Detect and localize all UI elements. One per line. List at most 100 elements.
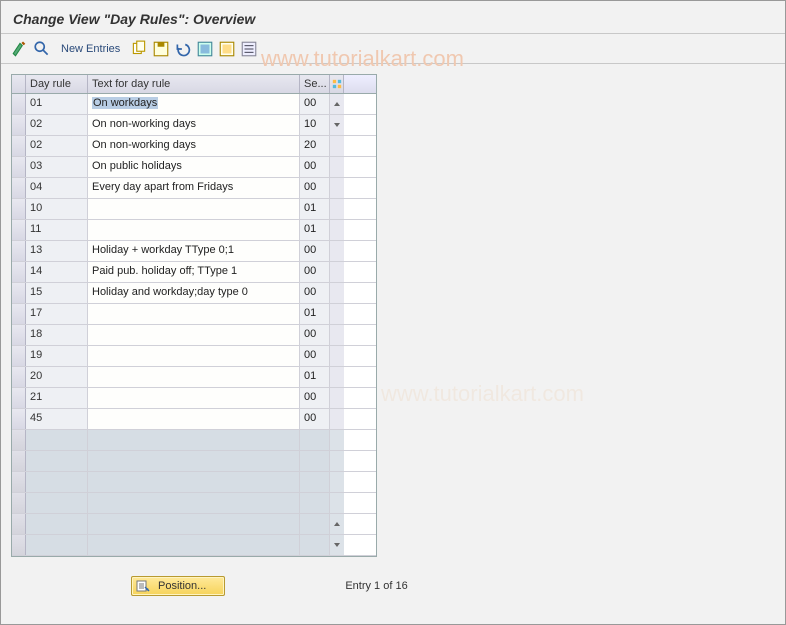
cell-day-rule[interactable]: 04 bbox=[26, 178, 88, 198]
cell-day-rule[interactable]: 15 bbox=[26, 283, 88, 303]
table-row[interactable]: 15Holiday and workday;day type 000 bbox=[12, 283, 376, 304]
cell-day-rule[interactable]: 03 bbox=[26, 157, 88, 177]
table-row[interactable]: 1701 bbox=[12, 304, 376, 325]
cell-day-rule[interactable]: 01 bbox=[26, 94, 88, 114]
cell-se[interactable]: 01 bbox=[300, 304, 330, 324]
cell-se[interactable]: 00 bbox=[300, 325, 330, 345]
cell-text[interactable] bbox=[88, 388, 300, 408]
cell-text[interactable]: On non-working days bbox=[88, 115, 300, 135]
cell-se[interactable]: 01 bbox=[300, 367, 330, 387]
cell-se[interactable]: 20 bbox=[300, 136, 330, 156]
undo-icon[interactable] bbox=[174, 40, 192, 58]
cell-text[interactable] bbox=[88, 346, 300, 366]
copy-icon[interactable] bbox=[130, 40, 148, 58]
cell-text[interactable] bbox=[88, 325, 300, 345]
cell-se[interactable]: 00 bbox=[300, 346, 330, 366]
table-row[interactable]: 10 01 bbox=[12, 199, 376, 220]
row-selector[interactable] bbox=[12, 325, 26, 345]
col-header-text[interactable]: Text for day rule bbox=[88, 75, 300, 93]
cell-day-rule[interactable]: 18 bbox=[26, 325, 88, 345]
table-row[interactable]: 14Paid pub. holiday off; TType 100 bbox=[12, 262, 376, 283]
col-header-day-rule[interactable]: Day rule bbox=[26, 75, 88, 93]
row-selector[interactable] bbox=[12, 283, 26, 303]
scroll-up-icon[interactable] bbox=[333, 520, 341, 528]
table-row[interactable]: 04Every day apart from Fridays00 bbox=[12, 178, 376, 199]
row-selector[interactable] bbox=[12, 199, 26, 219]
row-selector[interactable] bbox=[12, 94, 26, 114]
cell-se[interactable]: 00 bbox=[300, 409, 330, 429]
select-all-icon[interactable] bbox=[196, 40, 214, 58]
row-selector[interactable] bbox=[12, 409, 26, 429]
cell-text[interactable]: On non-working days bbox=[88, 136, 300, 156]
cell-day-rule[interactable]: 11 bbox=[26, 220, 88, 240]
table-row[interactable]: 01On workdays00 bbox=[12, 94, 376, 115]
table-settings-icon[interactable] bbox=[330, 75, 344, 93]
cell-se[interactable]: 00 bbox=[300, 178, 330, 198]
cell-se[interactable]: 01 bbox=[300, 199, 330, 219]
cell-se[interactable]: 00 bbox=[300, 94, 330, 114]
cell-day-rule[interactable]: 19 bbox=[26, 346, 88, 366]
table-row[interactable]: 45 00 bbox=[12, 409, 376, 430]
row-selector[interactable] bbox=[12, 241, 26, 261]
save-icon[interactable] bbox=[152, 40, 170, 58]
row-selector[interactable] bbox=[12, 178, 26, 198]
cell-se[interactable]: 00 bbox=[300, 388, 330, 408]
col-header-se[interactable]: Se... bbox=[300, 75, 330, 93]
row-selector[interactable] bbox=[12, 115, 26, 135]
table-row[interactable]: 21 00 bbox=[12, 388, 376, 409]
table-row[interactable]: 2001 bbox=[12, 367, 376, 388]
cell-se[interactable]: 00 bbox=[300, 283, 330, 303]
cell-day-rule[interactable]: 13 bbox=[26, 241, 88, 261]
cell-se[interactable]: 10 bbox=[300, 115, 330, 135]
cell-day-rule[interactable]: 02 bbox=[26, 136, 88, 156]
cell-text[interactable]: On public holidays bbox=[88, 157, 300, 177]
row-selector[interactable] bbox=[12, 136, 26, 156]
cell-day-rule[interactable]: 45 bbox=[26, 409, 88, 429]
table-row[interactable]: 02On non-working days10 bbox=[12, 115, 376, 136]
scroll-down-icon[interactable] bbox=[333, 541, 341, 549]
page-title: Change View "Day Rules": Overview bbox=[1, 1, 785, 34]
row-selector[interactable] bbox=[12, 157, 26, 177]
cell-text[interactable]: On workdays bbox=[88, 94, 300, 114]
row-selector[interactable] bbox=[12, 388, 26, 408]
row-selector[interactable] bbox=[12, 346, 26, 366]
table-row[interactable]: 1800 bbox=[12, 325, 376, 346]
scroll-up-icon[interactable] bbox=[333, 100, 341, 108]
table-row[interactable]: 11 01 bbox=[12, 220, 376, 241]
cell-text[interactable]: Every day apart from Fridays bbox=[88, 178, 300, 198]
cell-text[interactable] bbox=[88, 199, 300, 219]
cell-se[interactable]: 01 bbox=[300, 220, 330, 240]
cell-text[interactable] bbox=[88, 220, 300, 240]
row-selector[interactable] bbox=[12, 220, 26, 240]
delete-icon[interactable] bbox=[240, 40, 258, 58]
cell-text[interactable] bbox=[88, 409, 300, 429]
table-row[interactable]: 03On public holidays00 bbox=[12, 157, 376, 178]
table-row[interactable]: 1900 bbox=[12, 346, 376, 367]
row-selector[interactable] bbox=[12, 304, 26, 324]
cell-text[interactable]: Holiday and workday;day type 0 bbox=[88, 283, 300, 303]
cell-day-rule[interactable]: 21 bbox=[26, 388, 88, 408]
cell-se[interactable]: 00 bbox=[300, 262, 330, 282]
cell-day-rule[interactable]: 14 bbox=[26, 262, 88, 282]
scroll-down-icon[interactable] bbox=[333, 121, 341, 129]
find-icon[interactable] bbox=[33, 40, 51, 58]
cell-se[interactable]: 00 bbox=[300, 241, 330, 261]
cell-text[interactable] bbox=[88, 367, 300, 387]
position-button[interactable]: Position... bbox=[131, 576, 225, 596]
select-all-header[interactable] bbox=[12, 75, 26, 93]
cell-text[interactable] bbox=[88, 304, 300, 324]
row-selector[interactable] bbox=[12, 367, 26, 387]
cell-se[interactable]: 00 bbox=[300, 157, 330, 177]
cell-text[interactable]: Holiday + workday TType 0;1 bbox=[88, 241, 300, 261]
toggle-display-icon[interactable] bbox=[11, 40, 29, 58]
deselect-all-icon[interactable] bbox=[218, 40, 236, 58]
table-row[interactable]: 13Holiday + workday TType 0;100 bbox=[12, 241, 376, 262]
table-row[interactable]: 02On non-working days20 bbox=[12, 136, 376, 157]
new-entries-button[interactable]: New Entries bbox=[55, 43, 126, 55]
cell-day-rule[interactable]: 10 bbox=[26, 199, 88, 219]
cell-text[interactable]: Paid pub. holiday off; TType 1 bbox=[88, 262, 300, 282]
cell-day-rule[interactable]: 20 bbox=[26, 367, 88, 387]
cell-day-rule[interactable]: 17 bbox=[26, 304, 88, 324]
cell-day-rule[interactable]: 02 bbox=[26, 115, 88, 135]
row-selector[interactable] bbox=[12, 262, 26, 282]
